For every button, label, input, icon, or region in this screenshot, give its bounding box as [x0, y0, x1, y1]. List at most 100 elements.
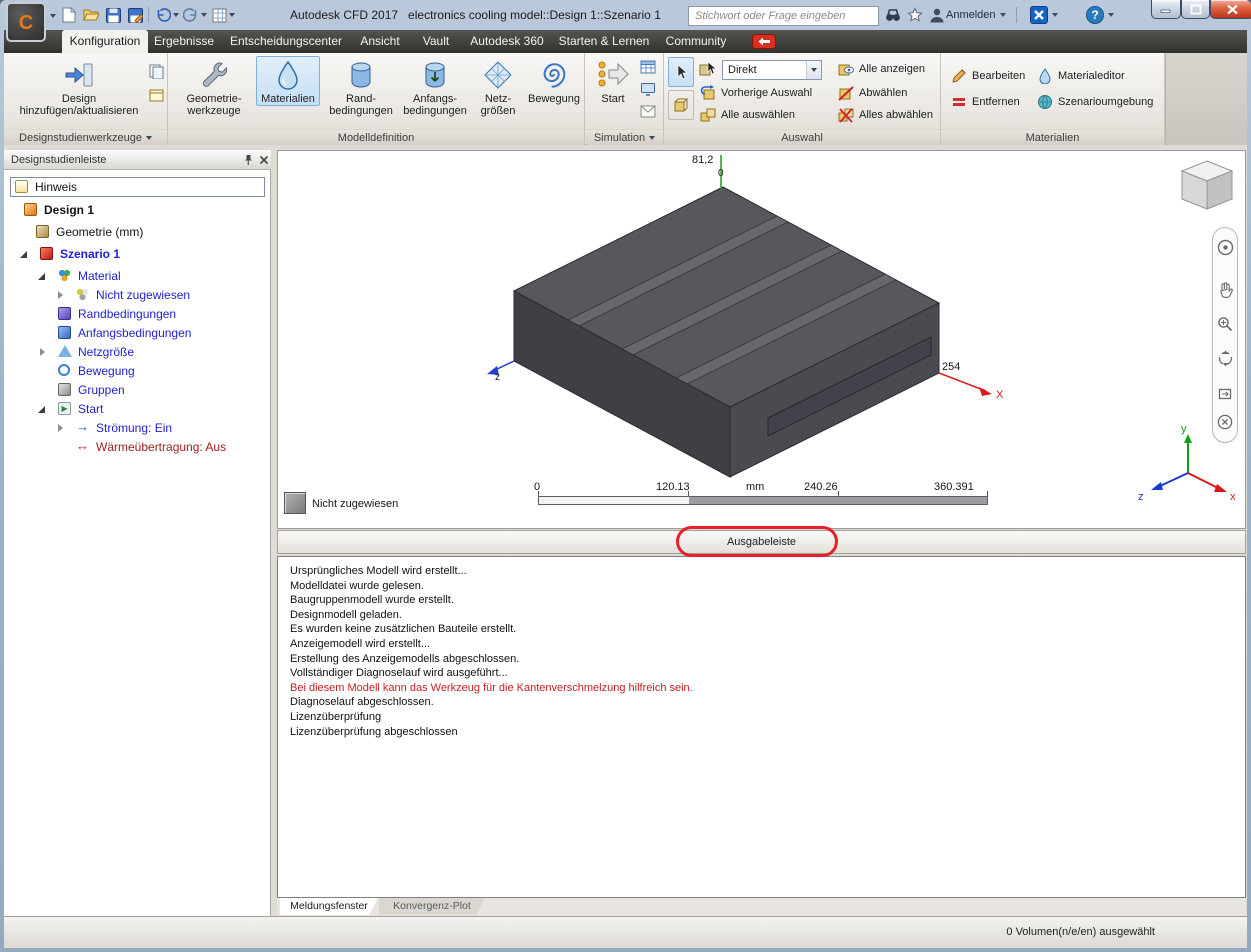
qat-chevron-icon[interactable] [229, 13, 235, 17]
material-editor-button[interactable]: Materialeditor [1037, 67, 1125, 85]
tab-ansicht[interactable]: Ansicht [352, 30, 408, 53]
save-icon[interactable] [104, 6, 122, 24]
undo-chevron-icon[interactable] [173, 13, 179, 17]
combo-arrow[interactable] [806, 61, 821, 79]
redo-chevron-icon[interactable] [201, 13, 207, 17]
design-add-update-button[interactable]: Design hinzufügen/aktualisieren [16, 56, 142, 118]
tree-expander-collapsed[interactable] [58, 424, 63, 432]
edit-button[interactable]: Bearbeiten [951, 67, 1025, 85]
tab-community[interactable]: Community [658, 30, 734, 53]
search-input[interactable] [688, 6, 879, 26]
tree-item-anfangsbedingungen[interactable]: Anfangsbedingungen [4, 325, 270, 343]
application-window: C Autodesk CFD 2017 electronics cooling … [0, 0, 1251, 952]
favorites-star-icon[interactable] [906, 6, 924, 24]
tree-item-bewegung[interactable]: Bewegung [4, 363, 270, 381]
tree-item-design-1[interactable]: Design 1 [4, 202, 270, 220]
tree-item-waermeuebertragung[interactable]: Wärmeübertragung: Aus [4, 438, 270, 457]
nav-wheel-icon[interactable] [1215, 237, 1235, 257]
email-icon[interactable] [638, 101, 658, 121]
tree-item-randbedingungen[interactable]: Randbedingungen [4, 306, 270, 324]
toolbar-separator [148, 7, 149, 23]
group-label[interactable]: Simulation [586, 129, 663, 145]
materials-button[interactable]: Materialien [256, 56, 320, 106]
deselect-all-button[interactable]: Alles abwählen [838, 106, 933, 124]
minimize-button[interactable] [1151, 0, 1181, 19]
capture-icon[interactable] [210, 6, 228, 24]
solution-table-icon[interactable] [638, 57, 658, 77]
design-clone-icon[interactable] [146, 61, 166, 81]
close-button[interactable] [1210, 0, 1251, 19]
tab-vault[interactable]: Vault [412, 30, 460, 53]
pin-icon[interactable] [242, 154, 254, 166]
scenario-icon [40, 247, 53, 260]
zoom-icon[interactable] [1215, 314, 1235, 334]
design-copy-icon[interactable] [146, 85, 166, 105]
save-as-icon[interactable] [126, 6, 144, 24]
signin-label[interactable]: Anmelden [946, 9, 996, 21]
tree-item-material[interactable]: Material [4, 268, 270, 286]
geometry-tools-button[interactable]: Geometrie- werkzeuge [176, 56, 252, 118]
motion-button[interactable]: Bewegung [524, 56, 584, 106]
viewport-3d[interactable]: 81,2 0 254 X z 0 120.13 mm 240.26 360.39… [277, 150, 1246, 529]
tree-expander-collapsed[interactable] [40, 348, 45, 356]
initial-conditions-button[interactable]: Anfangs- bedingungen [400, 56, 470, 118]
monitor-icon[interactable] [638, 79, 658, 99]
scenario-environment-button[interactable]: Szenarioumgebung [1037, 93, 1153, 111]
group-label[interactable]: Modelldefinition [168, 129, 584, 145]
user-icon[interactable] [928, 6, 946, 24]
group-label[interactable]: Designstudienwerkzeuge [4, 129, 167, 145]
help-icon[interactable]: ? [1086, 6, 1104, 24]
app-logo[interactable]: C [6, 2, 46, 42]
new-file-icon[interactable] [60, 6, 78, 24]
exchange-apps-icon[interactable] [1030, 6, 1048, 24]
tree-expander-expanded[interactable] [38, 273, 45, 280]
previous-selection-button[interactable]: Vorherige Auswahl [700, 84, 812, 102]
box-select-button[interactable] [668, 90, 694, 120]
pan-hand-icon[interactable] [1215, 279, 1235, 299]
start-button[interactable]: Start [590, 56, 636, 106]
deselect-button[interactable]: Abwählen [838, 84, 907, 102]
close-panel-icon[interactable] [258, 154, 270, 166]
tab-meldungsfenster[interactable]: Meldungsfenster [280, 898, 378, 915]
tab-entscheidungscenter[interactable]: Entscheidungscenter [224, 30, 348, 53]
search-binoculars-icon[interactable] [884, 6, 902, 24]
orbit-icon[interactable] [1215, 348, 1235, 368]
tree-expander-expanded[interactable] [38, 406, 45, 413]
tab-konfiguration[interactable]: Konfiguration [62, 30, 148, 53]
remove-button[interactable]: Entfernen [951, 93, 1020, 111]
tree-item-netzgroesse[interactable]: Netzgröße [4, 344, 270, 362]
tree-item-szenario-1[interactable]: Szenario 1 [4, 246, 270, 264]
select-all-button[interactable]: Alle auswählen [700, 106, 795, 124]
mesh-sizes-button[interactable]: Netz- größen [472, 56, 524, 118]
note-listbox[interactable]: Hinweis [10, 177, 265, 197]
tree-item-nicht-zugewiesen[interactable]: Nicht zugewiesen [4, 287, 270, 305]
tree-item-start[interactable]: Start [4, 401, 270, 419]
undo-icon[interactable] [154, 6, 172, 24]
model-3d[interactable] [278, 151, 1245, 528]
boundary-conditions-button[interactable]: Rand- bedingungen [324, 56, 398, 118]
selection-mode-combobox[interactable]: Direkt [722, 60, 822, 80]
tab-konvergenz-plot[interactable]: Konvergenz-Plot [379, 898, 485, 915]
tree-expander-expanded[interactable] [20, 251, 27, 258]
tree-item-geometrie[interactable]: Geometrie (mm) [4, 224, 270, 242]
tree-item-stroemung[interactable]: Strömung: Ein [4, 419, 270, 438]
maximize-button[interactable] [1181, 0, 1210, 19]
tab-autodesk-360[interactable]: Autodesk 360 [464, 30, 550, 53]
app-menu-chevron-icon[interactable] [50, 14, 56, 18]
open-file-icon[interactable] [82, 6, 100, 24]
signin-chevron-icon[interactable] [1000, 13, 1006, 17]
cursor-select-button[interactable] [668, 57, 694, 87]
redo-icon[interactable] [182, 6, 200, 24]
exchange-chevron-icon[interactable] [1052, 13, 1058, 17]
look-icon[interactable] [1215, 384, 1235, 404]
help-chevron-icon[interactable] [1108, 13, 1114, 17]
tree-item-gruppen[interactable]: Gruppen [4, 382, 270, 400]
group-label[interactable]: Auswahl [664, 129, 940, 145]
view-cube[interactable] [1176, 157, 1238, 215]
tab-ergebnisse[interactable]: Ergebnisse [148, 30, 220, 53]
tree-expander-collapsed[interactable] [58, 291, 63, 299]
group-label[interactable]: Materialien [941, 129, 1164, 145]
show-all-button[interactable]: Alle anzeigen [838, 60, 925, 78]
tab-starten-lernen[interactable]: Starten & Lernen [554, 30, 654, 53]
community-sync-icon[interactable] [752, 34, 776, 49]
